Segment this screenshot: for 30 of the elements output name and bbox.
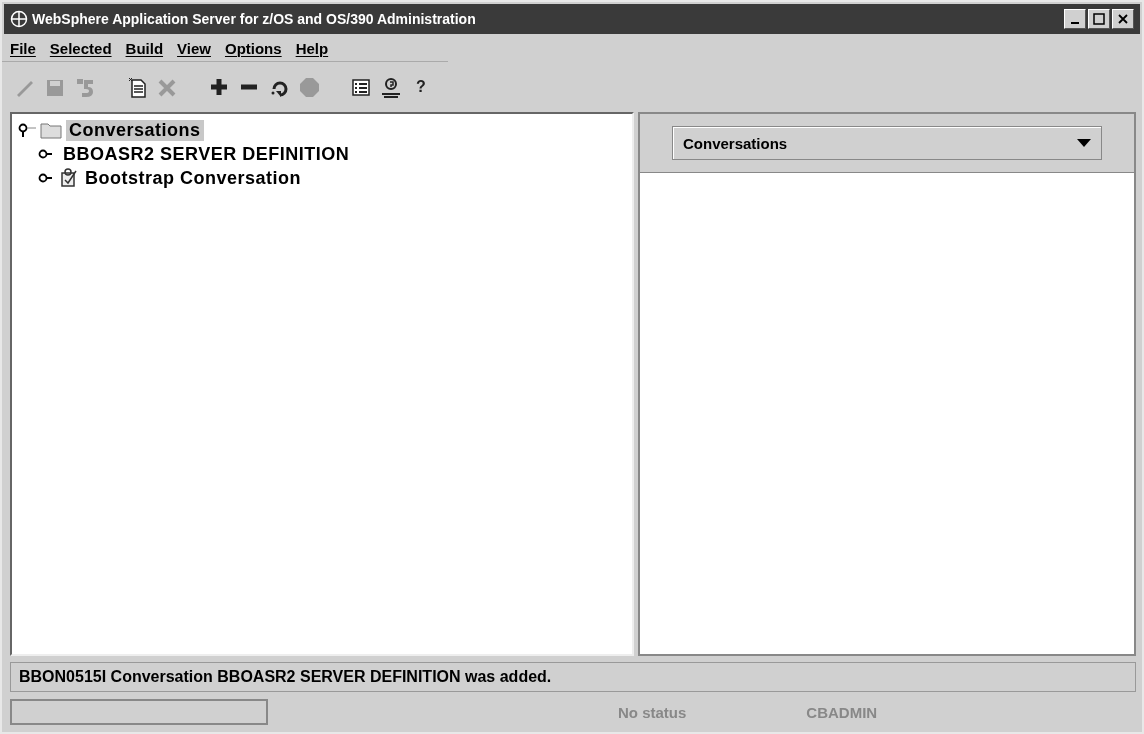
tree-item[interactable]: Bootstrap Conversation — [82, 167, 305, 189]
close-icon — [1117, 13, 1129, 25]
user-name: CBADMIN — [806, 703, 878, 721]
menu-item[interactable]: Options — [224, 40, 282, 57]
close-button[interactable] — [1112, 9, 1134, 29]
tree-item[interactable]: BBOASR2 SERVER DEFINITION — [60, 143, 353, 165]
menu-item[interactable]: Help — [295, 40, 329, 57]
caret-icon — [1077, 139, 1091, 147]
menu-item[interactable]: View — [177, 40, 211, 57]
minimize-icon — [1071, 22, 1079, 24]
help-figure-icon[interactable] — [380, 76, 402, 98]
list-icon[interactable] — [350, 76, 372, 98]
status-text: No status — [618, 703, 687, 721]
clipboard-check-icon — [60, 168, 78, 188]
folder-icon — [40, 121, 62, 139]
view-dropdown[interactable]: Conversations — [672, 126, 1102, 160]
help-button[interactable]: ? — [410, 76, 432, 98]
message-bar: BBON0515I Conversation BBOASR2 SERVER DEFINITION was added. — [10, 662, 1136, 692]
expanded-handle-icon[interactable] — [18, 123, 36, 137]
globe-logo-icon — [10, 10, 28, 28]
tree-item[interactable]: Conversations — [66, 119, 204, 141]
maximize-button[interactable] — [1088, 9, 1110, 29]
menu-item[interactable]: File — [10, 40, 36, 57]
plus-icon[interactable] — [208, 76, 230, 98]
minimize-button[interactable] — [1064, 9, 1086, 29]
window-title: WebSphere Application Server for z/OS and OS/390 Administration — [32, 11, 477, 27]
menu-item[interactable]: Build — [125, 40, 164, 57]
new-document-icon[interactable] — [126, 76, 148, 98]
maximize-icon — [1093, 13, 1105, 25]
menu-item[interactable]: Selected — [49, 40, 112, 57]
